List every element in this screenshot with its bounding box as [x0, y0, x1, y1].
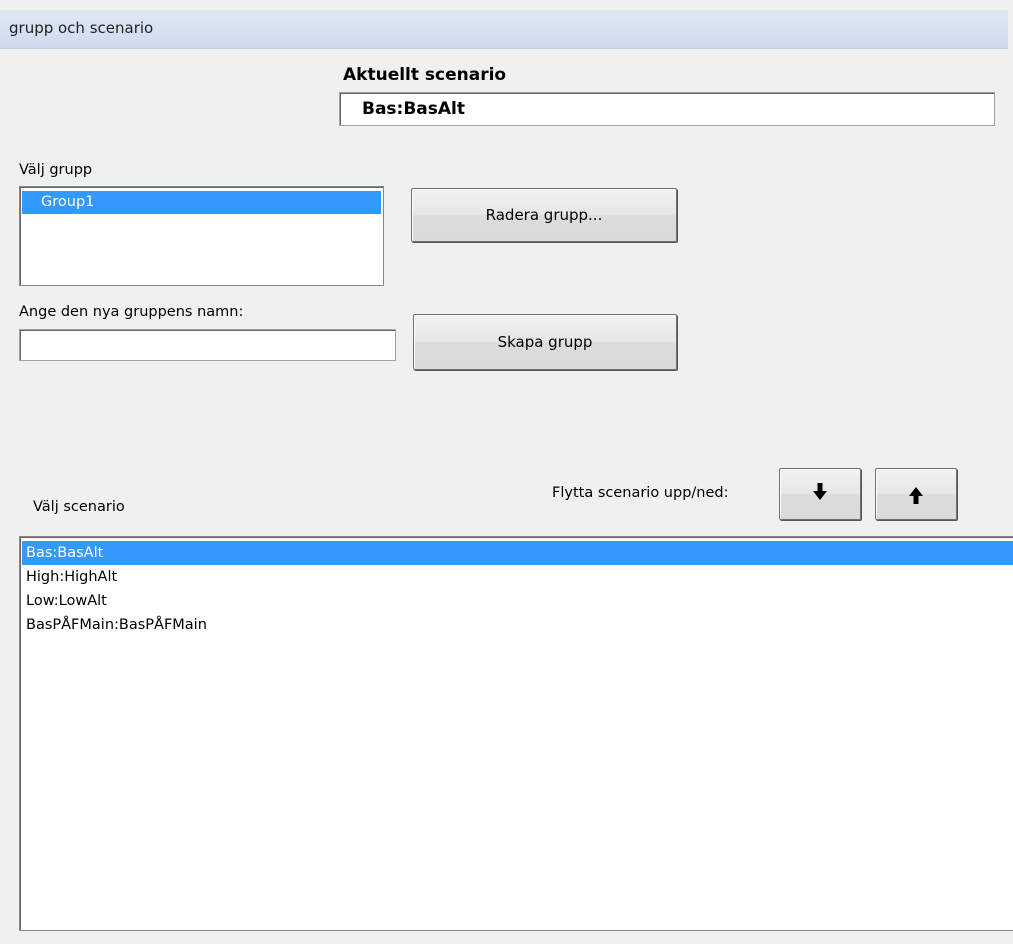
new-group-name-input[interactable]	[19, 329, 396, 361]
group-listbox[interactable]: Group1	[19, 186, 384, 286]
group-label: Välj grupp	[19, 162, 93, 178]
scenario-listbox[interactable]: Bas:BasAlt High:HighAlt Low:LowAlt BasPÅ…	[19, 536, 1013, 931]
arrow-up-icon	[909, 487, 923, 504]
create-group-button[interactable]: Skapa grupp	[413, 314, 677, 370]
move-down-button[interactable]	[779, 468, 861, 520]
scenario-label: Välj scenario	[33, 499, 125, 515]
arrow-down-icon	[813, 483, 827, 500]
move-scenario-label: Flytta scenario upp/ned:	[552, 485, 729, 501]
scenario-list-item[interactable]: Bas:BasAlt	[22, 541, 1013, 565]
delete-group-button-label: Radera grupp...	[485, 206, 603, 224]
current-scenario-field: Bas:BasAlt	[339, 92, 995, 126]
delete-group-button[interactable]: Radera grupp...	[411, 188, 677, 242]
scenario-list-item[interactable]: High:HighAlt	[22, 565, 1013, 589]
new-group-name-label: Ange den nya gruppens namn:	[19, 304, 244, 320]
current-scenario-value: Bas:BasAlt	[362, 99, 466, 119]
dialog-window: grupp och scenario Aktuellt scenario Bas…	[0, 0, 1013, 944]
scenario-list-item[interactable]: Low:LowAlt	[22, 589, 1013, 613]
move-up-button[interactable]	[875, 468, 957, 520]
scenario-list-item[interactable]: BasPÅFMain:BasPÅFMain	[22, 613, 1013, 637]
group-list-item[interactable]: Group1	[22, 191, 381, 214]
current-scenario-label: Aktuellt scenario	[343, 65, 507, 85]
window-title: grupp och scenario	[9, 19, 154, 37]
title-bar[interactable]: grupp och scenario	[0, 10, 1008, 49]
create-group-button-label: Skapa grupp	[497, 333, 593, 351]
